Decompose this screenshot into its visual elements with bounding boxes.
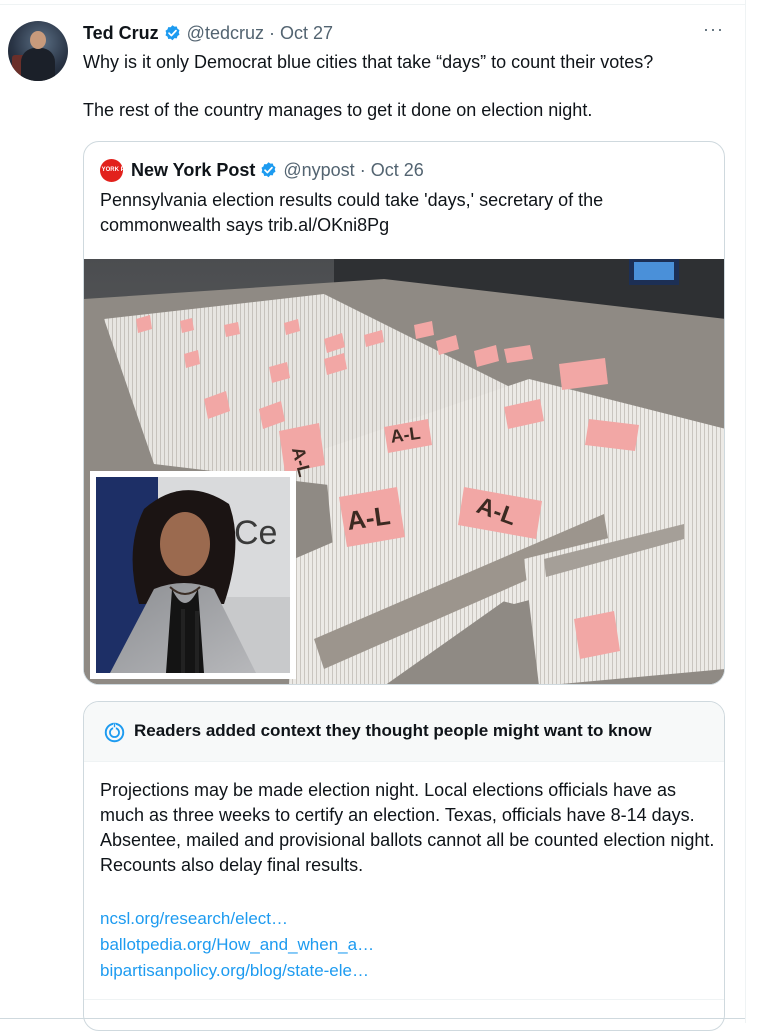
verified-badge-icon [261,161,276,177]
ballot-boxes-photo[interactable]: A-L A-L A-L A-L Ca Ce [84,259,724,684]
community-note-header: Readers added context they thought peopl… [84,702,724,762]
tweet-header: Ted Cruz @tedcruz · Oct 27 [83,21,333,45]
tweet-text: Why is it only Democrat blue cities that… [83,50,723,122]
quoted-tweet[interactable]: NEW YORK POST New York Post @nypost · Oc… [83,141,725,685]
quote-header: NEW YORK POST New York Post @nypost · Oc… [86,158,424,182]
more-options-icon[interactable]: ··· [703,19,724,40]
community-note-body: Projections may be made election night. … [100,780,715,875]
quote-text: Pennsylvania election results could take… [100,190,604,235]
nypost-logo-icon: NEW YORK POST [86,158,137,182]
svg-text:Ce: Ce [234,514,277,552]
community-note-title: Readers added context they thought peopl… [134,721,652,740]
source-link[interactable]: ballotpedia.org/How_and_when_a… [100,932,374,958]
source-link[interactable]: bipartisanpolicy.org/blog/state-ele… [100,958,374,984]
author-name[interactable]: Ted Cruz [83,23,159,44]
source-link[interactable]: ncsl.org/research/elect… [100,906,374,932]
tweet-date[interactable]: Oct 27 [280,23,333,44]
quote-author-handle: @nypost [283,159,355,180]
separator: · [268,22,275,43]
tweet-view: Ted Cruz @tedcruz · Oct 27 ··· Why is it… [0,0,762,1031]
box-label: A-L [345,500,392,536]
timeline-border [745,0,746,1023]
quote-author-name: New York Post [131,159,256,180]
community-notes-icon [104,722,125,743]
divider [84,999,724,1000]
verified-badge-icon [165,24,180,40]
separator: · [359,159,366,180]
author-handle[interactable]: @tedcruz [187,23,264,44]
bottom-divider [0,1018,745,1019]
quote-date: Oct 26 [370,159,424,180]
top-divider [0,4,745,5]
tweet-text-line-1: Why is it only Democrat blue cities that… [83,52,654,72]
community-note: Readers added context they thought peopl… [83,701,725,1031]
tweet-text-line-2: The rest of the country manages to get i… [83,100,593,120]
avatar[interactable] [8,21,68,81]
community-note-sources: ncsl.org/research/elect… ballotpedia.org… [100,906,374,984]
box-label: A-L [389,423,421,447]
